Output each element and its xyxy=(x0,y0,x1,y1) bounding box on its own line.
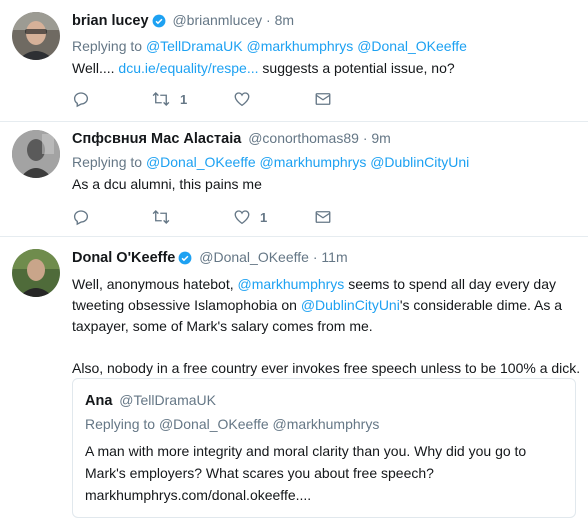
text-segment: Well.... xyxy=(72,60,119,76)
user-handle[interactable]: @conorthomas89 xyxy=(248,130,359,146)
like-button[interactable] xyxy=(233,90,251,108)
mention-link[interactable]: @markhumphrys xyxy=(238,276,345,292)
retweet-icon xyxy=(152,92,170,106)
timestamp[interactable]: 8m xyxy=(275,12,294,28)
text-line: Also, nobody in a free country ever invo… xyxy=(72,360,581,376)
separator-dot: · xyxy=(362,130,368,146)
replying-label: Replying to xyxy=(72,154,143,170)
tweet-text: Well.... dcu.ie/equality/respe... sugges… xyxy=(72,58,578,79)
like-icon xyxy=(234,210,250,225)
text-line: markhumphrys.com/donal.okeeffe.... xyxy=(85,487,312,503)
display-name[interactable]: brian lucey xyxy=(72,13,149,29)
like-button[interactable]: 1 xyxy=(233,208,267,226)
tweet-brian-lucey[interactable]: brian lucey @brianmlucey · 8m Replying t… xyxy=(0,0,588,122)
text-line: Well, anonymous hatebot, @markhumphrys s… xyxy=(72,274,578,295)
retweet-button[interactable] xyxy=(151,208,171,226)
quoted-text: A man with more integrity and moral clar… xyxy=(85,440,567,506)
avatar[interactable] xyxy=(12,12,60,60)
display-name[interactable]: Спфсвнuя Мас Аlастаiа xyxy=(72,131,241,147)
retweet-count: 1 xyxy=(180,91,188,107)
dm-button[interactable] xyxy=(314,90,332,108)
replying-label: Replying to xyxy=(85,416,156,432)
quoted-user-handle: @TellDramaUK xyxy=(119,392,216,408)
replying-label: Replying to xyxy=(72,38,143,54)
mention-link[interactable]: @Donal_OKeeffe xyxy=(146,154,256,170)
text-segment: suggests a potential issue, no? xyxy=(258,60,455,76)
quoted-tweet[interactable]: Ana @TellDramaUK Replying to @Donal_OKee… xyxy=(72,378,576,518)
text-segment: Well, anonymous hatebot, xyxy=(72,276,238,292)
separator-dot: · xyxy=(312,249,318,265)
user-handle[interactable]: @brianmlucey xyxy=(172,12,262,28)
reply-icon xyxy=(73,92,89,108)
user-handle[interactable]: @Donal_OKeeffe xyxy=(199,249,309,265)
retweet-icon xyxy=(152,210,170,224)
dm-icon xyxy=(315,93,331,105)
reply-button[interactable] xyxy=(72,90,90,108)
text-line: taxpayer, some of Mark's salary comes fr… xyxy=(72,318,373,334)
text-segment: 's considerable dime. As a xyxy=(399,297,563,313)
avatar[interactable] xyxy=(12,249,60,297)
text-line: Mark's employers? What scares you about … xyxy=(85,465,434,481)
mention-link[interactable]: @DublinCityUni xyxy=(301,297,400,313)
reply-icon xyxy=(73,210,89,226)
mention-link[interactable]: @markhumphrys xyxy=(247,38,354,54)
mention-link[interactable]: @DublinCityUni xyxy=(370,154,469,170)
retweet-button[interactable]: 1 xyxy=(151,90,187,108)
mention-link[interactable]: @TellDramaUK xyxy=(146,38,243,54)
verified-icon xyxy=(152,14,166,33)
text-line: tweeting obsessive Islamophobia on @Dubl… xyxy=(72,295,578,316)
dm-icon xyxy=(315,211,331,223)
mention-link[interactable]: @markhumphrys xyxy=(260,154,367,170)
tweet-conorthomas89[interactable]: Спфсвнuя Мас Аlастаiа @conorthomas89 · 9… xyxy=(0,122,588,237)
tweet-text: Well, anonymous hatebot, @markhumphrys s… xyxy=(72,274,581,379)
replying-to: Replying to @TellDramaUK @markhumphrys @… xyxy=(72,36,578,56)
verified-icon xyxy=(178,251,192,270)
tweet-text: As a dcu alumni, this pains me xyxy=(72,176,262,192)
reply-button[interactable] xyxy=(72,208,90,226)
like-icon xyxy=(234,92,250,107)
display-name[interactable]: Donal O'Keeffe xyxy=(72,250,175,266)
mention-link[interactable]: @Donal_OKeeffe xyxy=(357,38,467,54)
replying-to: Replying to @Donal_OKeeffe @markhumphrys… xyxy=(72,152,578,172)
timestamp[interactable]: 11m xyxy=(321,249,347,265)
quoted-mention: @Donal_OKeeffe xyxy=(158,416,269,432)
text-segment: seems to spend all day every day xyxy=(344,276,556,292)
timestamp[interactable]: 9m xyxy=(371,130,390,146)
url-link[interactable]: dcu.ie/equality/respe... xyxy=(118,60,258,76)
quoted-display-name: Ana xyxy=(85,393,113,409)
quoted-replying-to: Replying to @Donal_OKeeffe @markhumphrys xyxy=(85,414,567,434)
avatar[interactable] xyxy=(12,130,60,178)
quoted-mention: @markhumphrys xyxy=(272,416,380,432)
separator-dot: · xyxy=(266,12,271,28)
like-count: 1 xyxy=(260,209,268,225)
text-line: A man with more integrity and moral clar… xyxy=(85,443,527,459)
dm-button[interactable] xyxy=(314,208,332,226)
text-segment: tweeting obsessive Islamophobia on xyxy=(72,297,301,313)
